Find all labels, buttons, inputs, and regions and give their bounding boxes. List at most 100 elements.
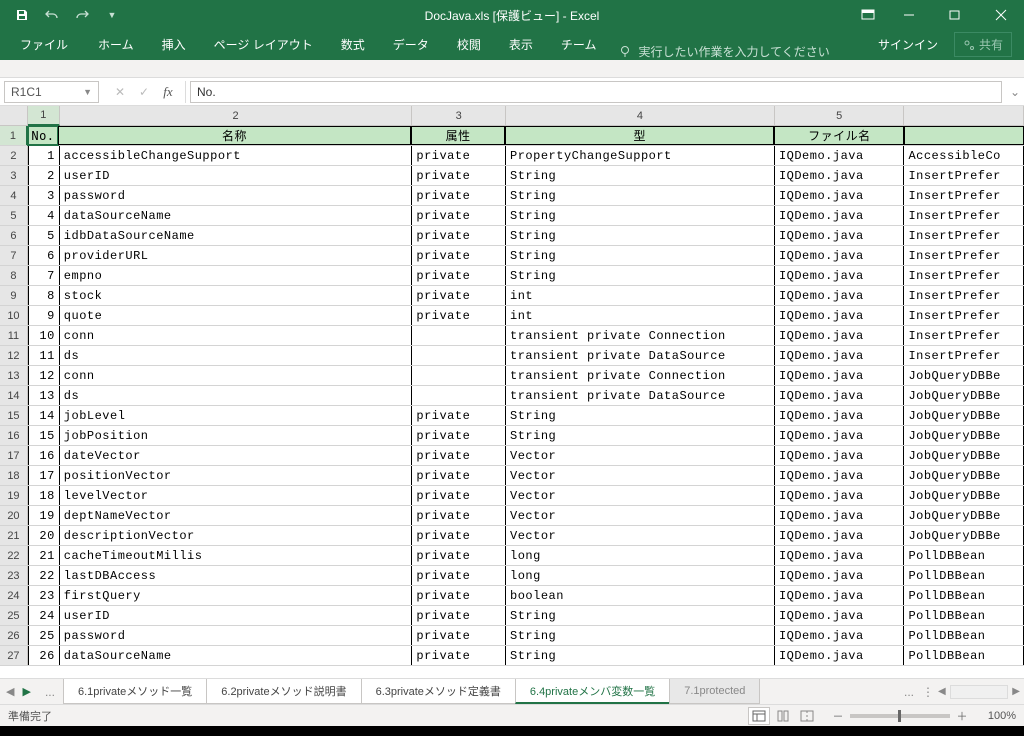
cell[interactable]: IQDemo.java: [775, 646, 905, 665]
col-header[interactable]: 4: [506, 106, 775, 125]
tab-nav-prev-icon[interactable]: ◀: [6, 685, 14, 698]
cell[interactable]: IQDemo.java: [775, 326, 905, 345]
row-header[interactable]: 4: [0, 186, 28, 205]
cell[interactable]: 25: [28, 626, 60, 645]
cell[interactable]: JobQueryDBBe: [904, 406, 1024, 425]
row-header[interactable]: 16: [0, 426, 28, 445]
cell[interactable]: private: [412, 406, 506, 425]
row-header[interactable]: 22: [0, 546, 28, 565]
tell-me-search[interactable]: 実行したい作業を入力してください: [610, 43, 837, 60]
cell-header-file[interactable]: ファイル名: [774, 126, 904, 145]
cell[interactable]: IQDemo.java: [775, 486, 905, 505]
cell[interactable]: IQDemo.java: [775, 366, 905, 385]
cell[interactable]: 10: [28, 326, 60, 345]
cell[interactable]: AccessibleCo: [904, 146, 1024, 165]
row-header[interactable]: 7: [0, 246, 28, 265]
cell[interactable]: dataSourceName: [60, 646, 413, 665]
cell[interactable]: PollDBBean: [904, 586, 1024, 605]
row-header[interactable]: 23: [0, 566, 28, 585]
cell[interactable]: transient private Connection: [506, 326, 775, 345]
cell[interactable]: String: [506, 426, 775, 445]
tab-home[interactable]: ホーム: [84, 29, 148, 60]
cell[interactable]: 8: [28, 286, 60, 305]
cell[interactable]: private: [412, 646, 506, 665]
cell[interactable]: private: [412, 606, 506, 625]
cell[interactable]: JobQueryDBBe: [904, 486, 1024, 505]
cell[interactable]: JobQueryDBBe: [904, 506, 1024, 525]
cell-header-class[interactable]: [904, 126, 1024, 145]
cell[interactable]: IQDemo.java: [775, 526, 905, 545]
cell[interactable]: String: [506, 406, 775, 425]
cell[interactable]: String: [506, 186, 775, 205]
cell[interactable]: 4: [28, 206, 60, 225]
ribbon-display-icon[interactable]: [850, 0, 886, 30]
cell[interactable]: int: [506, 286, 775, 305]
cell[interactable]: PollDBBean: [904, 546, 1024, 565]
cell[interactable]: 23: [28, 586, 60, 605]
cell[interactable]: ds: [60, 346, 413, 365]
cell[interactable]: PollDBBean: [904, 646, 1024, 665]
cell[interactable]: IQDemo.java: [775, 246, 905, 265]
zoom-in-button[interactable]: ＋: [954, 708, 970, 724]
cell[interactable]: IQDemo.java: [775, 606, 905, 625]
cell[interactable]: userID: [60, 606, 413, 625]
cell[interactable]: providerURL: [60, 246, 413, 265]
tab-nav-next-icon[interactable]: ▶: [22, 685, 30, 698]
cell[interactable]: empno: [60, 266, 413, 285]
sheet-tab[interactable]: 7.1protected: [669, 679, 760, 704]
cell-header-attr[interactable]: 属性: [411, 126, 505, 145]
cell[interactable]: InsertPrefer: [904, 206, 1024, 225]
cell[interactable]: Vector: [506, 486, 775, 505]
minimize-button[interactable]: [886, 0, 932, 30]
cell[interactable]: String: [506, 226, 775, 245]
cell[interactable]: IQDemo.java: [775, 506, 905, 525]
cell[interactable]: JobQueryDBBe: [904, 426, 1024, 445]
cell[interactable]: positionVector: [60, 466, 413, 485]
cell[interactable]: [412, 326, 506, 345]
cell[interactable]: [412, 386, 506, 405]
cell[interactable]: String: [506, 246, 775, 265]
cell[interactable]: 15: [28, 426, 60, 445]
cell[interactable]: int: [506, 306, 775, 325]
sheet-tab[interactable]: 6.3privateメソッド定義書: [361, 679, 516, 704]
cell[interactable]: IQDemo.java: [775, 166, 905, 185]
expand-formula-icon[interactable]: ⌄: [1006, 85, 1024, 99]
row-header[interactable]: 3: [0, 166, 28, 185]
tab-view[interactable]: 表示: [495, 29, 547, 60]
cell[interactable]: cacheTimeoutMillis: [60, 546, 413, 565]
save-icon[interactable]: [8, 1, 36, 29]
cell[interactable]: InsertPrefer: [904, 306, 1024, 325]
cell[interactable]: private: [412, 166, 506, 185]
cell[interactable]: IQDemo.java: [775, 626, 905, 645]
cell[interactable]: 22: [28, 566, 60, 585]
cell[interactable]: InsertPrefer: [904, 246, 1024, 265]
cell[interactable]: IQDemo.java: [775, 306, 905, 325]
cell[interactable]: private: [412, 186, 506, 205]
cell[interactable]: IQDemo.java: [775, 406, 905, 425]
cell[interactable]: PollDBBean: [904, 566, 1024, 585]
cell[interactable]: 1: [28, 146, 60, 165]
row-header[interactable]: 24: [0, 586, 28, 605]
cell[interactable]: 7: [28, 266, 60, 285]
cell[interactable]: private: [412, 206, 506, 225]
cell[interactable]: descriptionVector: [60, 526, 413, 545]
cell[interactable]: conn: [60, 366, 413, 385]
col-header[interactable]: 5: [775, 106, 905, 125]
cell[interactable]: transient private DataSource: [506, 346, 775, 365]
cell[interactable]: Vector: [506, 526, 775, 545]
cell[interactable]: String: [506, 166, 775, 185]
row-header[interactable]: 18: [0, 466, 28, 485]
cell[interactable]: InsertPrefer: [904, 326, 1024, 345]
cell[interactable]: private: [412, 266, 506, 285]
row-header[interactable]: 19: [0, 486, 28, 505]
cell[interactable]: String: [506, 626, 775, 645]
cell[interactable]: IQDemo.java: [775, 446, 905, 465]
cell[interactable]: String: [506, 206, 775, 225]
cell[interactable]: Vector: [506, 446, 775, 465]
tab-splitter[interactable]: ⋮: [922, 685, 934, 699]
cell[interactable]: 6: [28, 246, 60, 265]
row-header[interactable]: 6: [0, 226, 28, 245]
cell[interactable]: jobPosition: [60, 426, 413, 445]
cell[interactable]: String: [506, 266, 775, 285]
cell[interactable]: IQDemo.java: [775, 566, 905, 585]
